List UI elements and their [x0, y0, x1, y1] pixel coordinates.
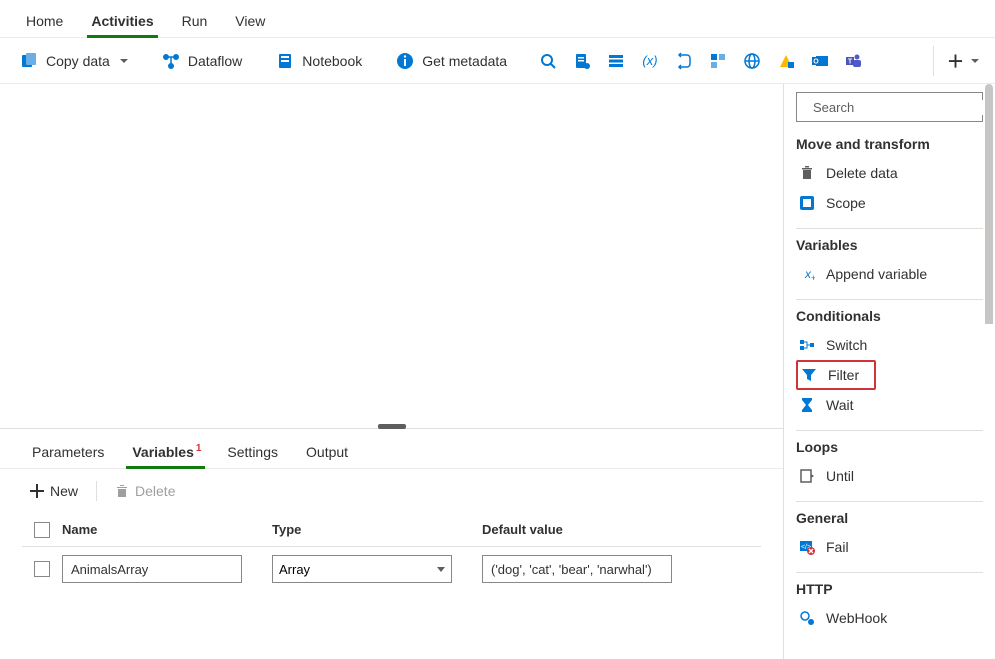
top-tabs: Home Activities Run View: [0, 0, 995, 38]
filter-icon: [800, 366, 818, 384]
section-general: General: [796, 510, 983, 526]
activity-picker-panel: Move and transform Delete data Scope Var…: [784, 84, 995, 659]
fail-icon: </>: [798, 538, 816, 556]
dataflow-label: Dataflow: [188, 53, 242, 69]
section-move-transform: Move and transform: [796, 136, 983, 152]
section-conditionals: Conditionals: [796, 308, 983, 324]
activity-fail[interactable]: </> Fail: [796, 532, 983, 562]
trash-icon: [115, 484, 129, 498]
activity-append-variable[interactable]: x+ Append variable: [796, 259, 983, 289]
variables-count-badge: 1: [196, 443, 202, 454]
copy-data-icon: [20, 52, 38, 70]
foreach-icon[interactable]: [669, 46, 699, 76]
if-icon[interactable]: [703, 46, 733, 76]
get-metadata-label: Get metadata: [422, 53, 507, 69]
get-metadata-button[interactable]: Get metadata: [388, 48, 515, 74]
activity-search[interactable]: [796, 92, 983, 122]
variable-row: Array: [22, 547, 761, 591]
select-all-checkbox[interactable]: [34, 522, 50, 538]
svg-text:T: T: [848, 58, 853, 65]
bottom-panel: Parameters Variables1 Settings Output Ne…: [0, 429, 783, 659]
notebook-icon: [276, 52, 294, 70]
hourglass-icon: [798, 396, 816, 414]
activities-toolbar: Copy data Dataflow Notebook Get metadata…: [0, 38, 995, 84]
add-activity-chevron[interactable]: [967, 46, 983, 76]
switch-icon: [798, 336, 816, 354]
trash-icon: [798, 164, 816, 182]
append-variable-icon: x+: [798, 265, 816, 283]
function-icon[interactable]: [771, 46, 801, 76]
flyout-scrollbar[interactable]: [985, 84, 993, 659]
set-variable-icon[interactable]: (x): [635, 46, 665, 76]
plus-icon: [30, 484, 44, 498]
activity-wait[interactable]: Wait: [796, 390, 983, 420]
delete-variable-button[interactable]: Delete: [107, 479, 183, 503]
tab-run[interactable]: Run: [168, 5, 222, 37]
svg-text:O: O: [813, 58, 819, 65]
activity-webhook[interactable]: WebHook: [796, 603, 983, 633]
svg-text:(x): (x): [642, 53, 657, 68]
section-http: HTTP: [796, 581, 983, 597]
activity-until[interactable]: Until: [796, 461, 983, 491]
row-checkbox[interactable]: [34, 561, 50, 577]
tab-activities[interactable]: Activities: [77, 5, 167, 37]
pipeline-canvas[interactable]: [0, 84, 783, 429]
notebook-button[interactable]: Notebook: [268, 48, 370, 74]
script-icon[interactable]: [567, 46, 597, 76]
section-variables: Variables: [796, 237, 983, 253]
new-variable-button[interactable]: New: [22, 479, 86, 503]
activity-delete-data[interactable]: Delete data: [796, 158, 983, 188]
copy-data-button[interactable]: Copy data: [12, 48, 136, 74]
until-icon: [798, 467, 816, 485]
tab-variables[interactable]: Variables1: [118, 438, 213, 468]
tab-output[interactable]: Output: [292, 438, 362, 468]
tab-settings[interactable]: Settings: [213, 438, 292, 468]
activity-switch[interactable]: Switch: [796, 330, 983, 360]
tab-home[interactable]: Home: [12, 5, 77, 37]
stored-proc-icon[interactable]: [601, 46, 631, 76]
webhook-icon: [798, 609, 816, 627]
dataflow-icon: [162, 52, 180, 70]
tab-parameters[interactable]: Parameters: [18, 438, 118, 468]
panel-splitter[interactable]: [378, 424, 406, 429]
tab-view[interactable]: View: [221, 5, 279, 37]
activity-filter[interactable]: Filter: [796, 360, 876, 390]
web-icon[interactable]: [737, 46, 767, 76]
lookup-icon[interactable]: [533, 46, 563, 76]
section-loops: Loops: [796, 439, 983, 455]
info-icon: [396, 52, 414, 70]
activity-scope[interactable]: Scope: [796, 188, 983, 218]
variable-default-input[interactable]: [482, 555, 672, 583]
svg-text:+: +: [811, 273, 815, 282]
col-default-header: Default value: [482, 522, 682, 537]
dataflow-button[interactable]: Dataflow: [154, 48, 250, 74]
scope-icon: [798, 194, 816, 212]
variable-name-input[interactable]: [62, 555, 242, 583]
col-type-header: Type: [272, 522, 482, 537]
copy-data-label: Copy data: [46, 53, 110, 69]
variables-header-row: Name Type Default value: [22, 513, 761, 547]
add-activity-button[interactable]: [933, 46, 963, 76]
notebook-label: Notebook: [302, 53, 362, 69]
activity-search-input[interactable]: [813, 100, 989, 115]
teams-icon[interactable]: T: [839, 46, 869, 76]
outlook-icon[interactable]: O: [805, 46, 835, 76]
variable-type-select[interactable]: Array: [272, 555, 452, 583]
col-name-header: Name: [62, 522, 272, 537]
